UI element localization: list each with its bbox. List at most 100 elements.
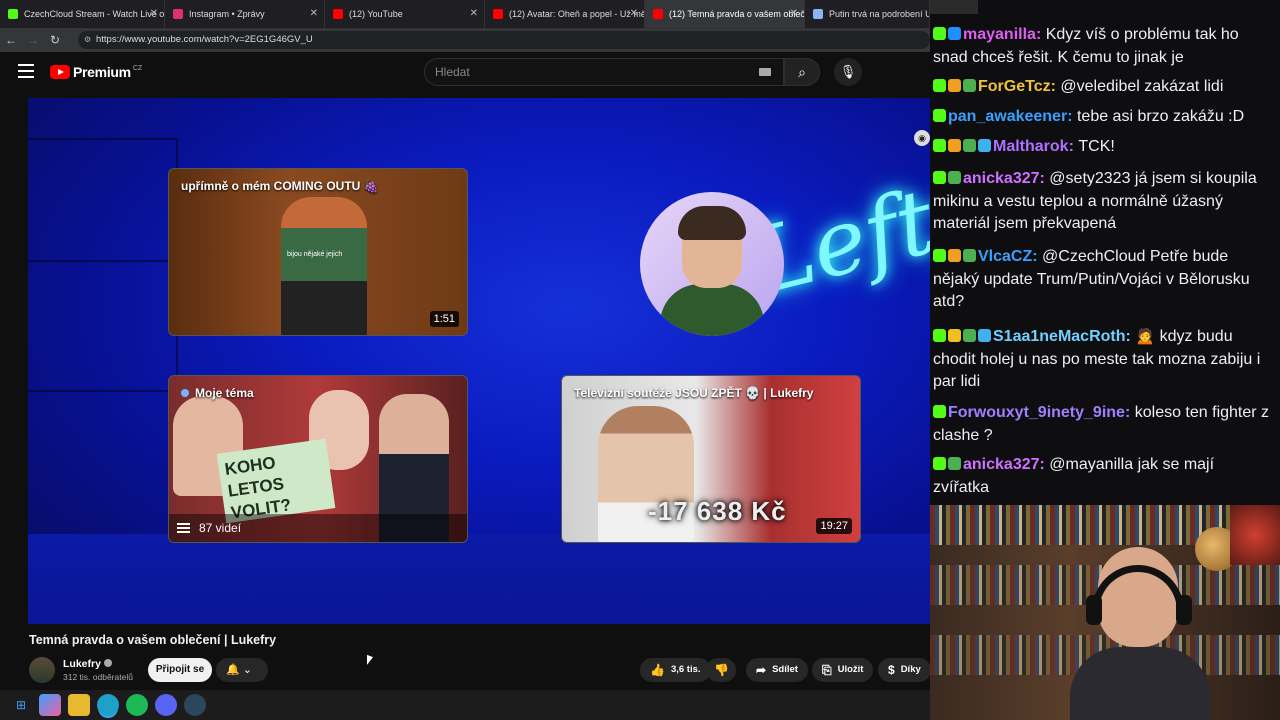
card-title: Televizní soutěže JSOU ZPĚT 💀 | Lukefry (574, 386, 814, 400)
chevron-down-icon: ⌄ (242, 664, 252, 676)
chat-top-strip (930, 0, 978, 14)
browser-tab[interactable]: (12) Temná pravda o vašem oblečí ✕ (645, 0, 805, 28)
chat-username[interactable]: VlcaCZ (978, 248, 1032, 265)
chat-separator: : (1032, 248, 1043, 265)
join-button[interactable]: Připojit se (148, 658, 212, 682)
back-icon[interactable]: ← (0, 33, 22, 47)
browser-tab[interactable]: CzechCloud Stream - Watch Live o ✕ (0, 0, 165, 28)
video-duration: 19:27 (816, 518, 852, 534)
user-badge-icon (978, 329, 991, 342)
chat-text: @veledibel zakázat lidi (1060, 78, 1224, 95)
chat-message: mayanilla: Kdyz víš o problému tak ho sn… (933, 24, 1273, 69)
chat-username[interactable]: mayanilla (963, 26, 1036, 43)
end-screen-video-card[interactable]: -17 638 Kč Televizní soutěže JSOU ZPĚT 💀… (561, 375, 861, 543)
user-badge-icon (978, 139, 991, 152)
keyboard-icon[interactable] (759, 68, 771, 76)
tab-favicon-icon (653, 9, 663, 19)
headphone-cup (1176, 595, 1192, 625)
hide-end-screen-icon[interactable]: ◉ (914, 130, 930, 146)
chat-username[interactable]: S1aa1neMacRoth (993, 328, 1126, 345)
user-badge-icon (933, 109, 946, 122)
user-badge-icon (933, 405, 946, 418)
browser-tab[interactable]: (12) Avatar: Oheň a popel - Už mě ✕ (485, 0, 645, 28)
forward-icon[interactable]: → (22, 33, 44, 47)
live-chat-panel: mayanilla: Kdyz víš o problému tak ho sn… (930, 0, 1280, 505)
video-duration: 1:51 (429, 311, 459, 327)
browser-tab-bar: CzechCloud Stream - Watch Live o ✕ Instagr… (0, 0, 930, 28)
chat-username[interactable]: Maltharok (993, 138, 1069, 155)
file-explorer-icon[interactable] (68, 694, 90, 716)
lamp (1230, 505, 1280, 565)
chat-separator: : (1035, 26, 1046, 43)
user-badge-icon (948, 249, 961, 262)
save-button[interactable]: ⎘ Uložit (812, 658, 874, 682)
copilot-icon[interactable] (39, 694, 61, 716)
close-tab-icon[interactable]: ✕ (790, 8, 798, 19)
playlist-count: 87 videí (199, 521, 242, 535)
end-screen-playlist-card[interactable]: KOHO LETOS VOLIT? Moje téma 87 videí (168, 375, 468, 543)
dislike-button[interactable]: 👎 (706, 658, 736, 682)
youtube-header: Premium CZ Hledat ⌕ 🎙 (0, 52, 930, 94)
browser-tab[interactable]: (12) YouTube ✕ (325, 0, 485, 28)
microphone-icon[interactable]: 🎙 (834, 58, 862, 86)
discord-icon[interactable] (155, 694, 177, 716)
steam-icon[interactable] (184, 694, 206, 716)
chat-username[interactable]: ForGeTcz (978, 78, 1051, 95)
close-tab-icon[interactable]: ✕ (630, 8, 638, 19)
user-badge-icon (933, 171, 946, 184)
video-player[interactable]: Lefty ◉ bijou nějaké jejich upřímně o mé… (28, 98, 930, 624)
chat-message: pan_awakeener: tebe asi brzo zakážu :D (933, 106, 1273, 129)
menu-icon[interactable] (18, 64, 34, 78)
chat-separator: : (1039, 170, 1050, 187)
tab-favicon-icon (8, 9, 18, 19)
chat-username[interactable]: Forwouxyt_9inety_9ine (948, 404, 1125, 421)
edge-browser-icon[interactable] (97, 694, 119, 716)
share-button[interactable]: ➦ Sdílet (746, 658, 808, 682)
close-tab-icon[interactable]: ✕ (150, 8, 158, 19)
address-bar[interactable]: ⚙ https://www.youtube.com/watch?v=2EG1G4… (78, 31, 930, 49)
thanks-icon: $ (888, 663, 895, 677)
browser-tab[interactable]: Instagram • Zprávy ✕ (165, 0, 325, 28)
os-taskbar: ⊞ (0, 690, 930, 720)
tab-favicon-icon (333, 9, 343, 19)
logo-region: CZ (132, 64, 143, 72)
thanks-button[interactable]: $ Díky (878, 658, 931, 682)
channel-name[interactable]: Lukefry (63, 658, 112, 670)
site-info-icon[interactable]: ⚙ (84, 31, 91, 49)
chat-message: Forwouxyt_9inety_9ine: koleso ten fighte… (933, 402, 1273, 447)
playlist-icon (177, 523, 190, 533)
browser-tab[interactable]: Putin trvá na podrobení Ukraj (805, 0, 930, 28)
user-badge-icon (933, 27, 946, 40)
close-tab-icon[interactable]: ✕ (310, 8, 318, 19)
end-screen-video-card[interactable]: bijou nějaké jejich upřímně o mém COMING… (168, 168, 468, 336)
close-tab-icon[interactable]: ✕ (470, 8, 478, 19)
bookmark-icon: ⎘ (822, 663, 832, 677)
user-badge-icon (963, 329, 976, 342)
tab-label: Instagram • Zprávy (189, 9, 265, 19)
user-badge-icon (933, 457, 946, 470)
subscribe-channel-avatar[interactable] (640, 192, 784, 336)
channel-avatar[interactable] (29, 657, 55, 683)
share-label: Sdílet (772, 664, 798, 675)
chat-username[interactable]: pan_awakeener (948, 108, 1067, 125)
search-input[interactable]: Hledat (424, 58, 784, 86)
user-badge-icon (933, 79, 946, 92)
windows-start-icon[interactable]: ⊞ (10, 694, 32, 716)
search-button[interactable]: ⌕ (784, 58, 820, 86)
thumbnail-caption: bijou nějaké jejich (287, 251, 343, 258)
chat-username[interactable]: anicka327 (963, 456, 1040, 473)
headphone-cup (1086, 595, 1102, 625)
spotify-icon[interactable] (126, 694, 148, 716)
thumbs-down-icon: 👎 (714, 663, 729, 677)
card-title: upřímně o mém COMING OUTU 🍇 (181, 179, 379, 193)
reload-icon[interactable]: ↻ (44, 33, 66, 47)
like-button[interactable]: 👍 3,6 tis. (640, 658, 711, 682)
youtube-logo[interactable]: Premium CZ (50, 64, 142, 80)
user-badge-icon (948, 457, 961, 470)
tab-label: Putin trvá na podrobení Ukraj (829, 9, 929, 19)
tab-favicon-icon (493, 9, 503, 19)
share-icon: ➦ (756, 663, 767, 677)
chat-username[interactable]: anicka327 (963, 170, 1040, 187)
notification-bell-button[interactable]: 🔔 ⌄ (216, 658, 268, 682)
video-floor (28, 534, 930, 624)
